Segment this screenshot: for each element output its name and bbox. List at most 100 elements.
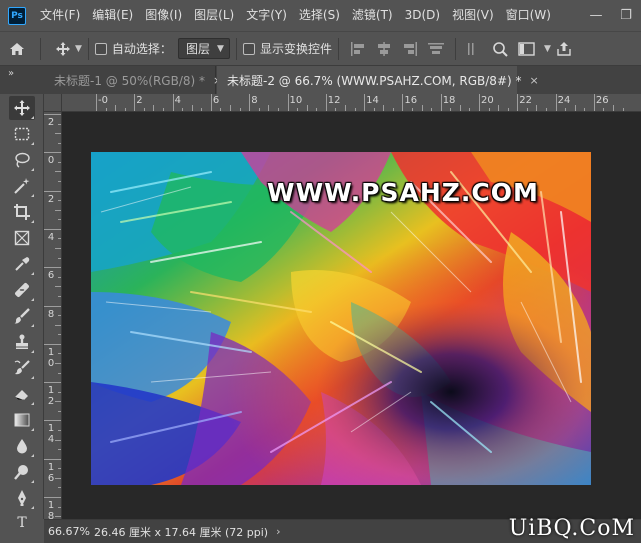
ruler-tick bbox=[287, 94, 289, 111]
search-icon[interactable] bbox=[491, 40, 511, 58]
chevron-down-icon[interactable]: ▼ bbox=[544, 44, 551, 54]
document-info: 26.46 厘米 x 17.64 厘米 (72 ppi) bbox=[94, 525, 269, 539]
home-button[interactable] bbox=[0, 31, 34, 66]
vertical-ruler[interactable]: 2 0 2 4 6 8 1 0 1 2 1 4 1 6 1 8 bbox=[44, 112, 62, 519]
workspace-icon[interactable] bbox=[517, 40, 537, 58]
ruler-origin[interactable] bbox=[44, 94, 62, 112]
ruler-tick bbox=[44, 114, 61, 115]
frame-icon bbox=[14, 230, 30, 246]
ruler-tick bbox=[44, 343, 61, 345]
zoom-level[interactable]: 66.67% bbox=[44, 525, 94, 538]
auto-select-target-dropdown[interactable]: 图层 ▼ bbox=[177, 38, 230, 59]
lasso-tool[interactable] bbox=[9, 148, 35, 172]
status-menu-arrow[interactable]: › bbox=[276, 525, 280, 538]
healing-tool[interactable] bbox=[9, 278, 35, 302]
align-top-icon[interactable] bbox=[426, 40, 446, 58]
separator bbox=[40, 37, 41, 60]
menu-item[interactable]: 窗口(W) bbox=[500, 0, 557, 31]
eyedropper-tool[interactable] bbox=[9, 252, 35, 276]
blur-tool[interactable] bbox=[9, 434, 35, 458]
ruler-minor-tick bbox=[306, 105, 308, 111]
ruler-tick bbox=[44, 228, 61, 230]
tab-document-2[interactable]: 未标题-2 @ 66.7% (WWW.PSAHZ.COM, RGB/8#) * … bbox=[217, 66, 539, 94]
close-icon[interactable]: × bbox=[530, 74, 539, 87]
ruler-minor-tick bbox=[421, 105, 423, 111]
show-transform-checkbox[interactable] bbox=[242, 42, 255, 55]
ruler-minor-tick bbox=[344, 105, 346, 111]
ruler-label: 12 bbox=[327, 95, 341, 106]
distribute-icon[interactable] bbox=[465, 40, 485, 58]
magic-wand-tool[interactable] bbox=[9, 174, 35, 198]
menu-item[interactable]: 图层(L) bbox=[188, 0, 240, 31]
ruler-tick bbox=[402, 94, 404, 111]
pen-icon bbox=[18, 490, 26, 506]
menu-item[interactable]: 图像(I) bbox=[139, 0, 188, 31]
ruler-tick bbox=[325, 94, 327, 111]
menu-item[interactable]: 选择(S) bbox=[293, 0, 346, 31]
menu-item[interactable]: 滤镜(T) bbox=[346, 0, 399, 31]
brush-tool[interactable] bbox=[9, 304, 35, 328]
ruler-minor-tick bbox=[268, 105, 270, 111]
right-options: ▼ bbox=[462, 31, 577, 66]
ruler-minor-tick bbox=[536, 105, 538, 111]
align-center-icon[interactable] bbox=[374, 40, 394, 58]
frame-tool[interactable] bbox=[9, 226, 35, 250]
ruler-minor-tick bbox=[230, 105, 232, 111]
crop-tool[interactable] bbox=[9, 200, 35, 224]
ruler-minor-tick bbox=[574, 105, 576, 111]
gradient-tool[interactable] bbox=[9, 408, 35, 432]
document-canvas[interactable]: WWW.PSAHZ.COM bbox=[91, 152, 591, 485]
ruler-label: 1 8 bbox=[47, 500, 55, 519]
horizontal-ruler[interactable]: -0 2 4 6 8 10 12 14 16 18 20 22 24 26 bbox=[62, 94, 641, 112]
menu-item[interactable]: 3D(D) bbox=[399, 0, 446, 31]
menu-item[interactable]: 文字(Y) bbox=[240, 0, 293, 31]
stamp-tool[interactable] bbox=[9, 330, 35, 354]
eraser-tool[interactable] bbox=[9, 382, 35, 406]
window-controls: — ❐ bbox=[581, 0, 641, 31]
ruler-minor-tick bbox=[55, 439, 61, 441]
ruler-minor-tick bbox=[55, 401, 61, 403]
auto-select-checkbox[interactable] bbox=[94, 42, 107, 55]
type-tool-button[interactable]: T bbox=[9, 512, 35, 534]
eyedropper-icon bbox=[15, 257, 30, 271]
auto-select-option[interactable]: 自动选择： bbox=[94, 31, 172, 66]
ruler-tick bbox=[44, 420, 61, 422]
canvas-overlay-text: WWW.PSAHZ.COM bbox=[267, 178, 539, 207]
collapse-panel-icon[interactable]: » bbox=[8, 68, 14, 79]
ruler-label: 16 bbox=[404, 95, 418, 106]
move-tool[interactable] bbox=[9, 96, 35, 120]
menu-item[interactable]: 编辑(E) bbox=[86, 0, 139, 31]
stamp-icon bbox=[16, 334, 28, 349]
history-brush-tool[interactable] bbox=[9, 356, 35, 380]
bandage-icon bbox=[15, 283, 29, 297]
menu-item[interactable]: 视图(V) bbox=[446, 0, 500, 31]
menu-bar: Ps 文件(F) 编辑(E) 图像(I) 图层(L) 文字(Y) 选择(S) 滤镜(T) 3D… bbox=[0, 0, 641, 31]
show-transform-option[interactable]: 显示变换控件 bbox=[242, 31, 332, 66]
status-bar: 66.67% 26.46 厘米 x 17.64 厘米 (72 ppi) › Ui… bbox=[44, 516, 641, 543]
ruler-tick bbox=[210, 94, 212, 111]
ruler-label: 18 bbox=[442, 95, 456, 106]
restore-button[interactable]: ❐ bbox=[611, 0, 641, 31]
pen-tool[interactable] bbox=[9, 486, 35, 510]
align-right-icon[interactable] bbox=[400, 40, 420, 58]
align-left-icon[interactable] bbox=[348, 40, 368, 58]
marquee-tool[interactable] bbox=[9, 122, 35, 146]
tab-document-1[interactable]: 未标题-1 @ 50%(RGB/8) * × bbox=[44, 66, 222, 94]
drop-icon bbox=[17, 439, 27, 454]
dodge-tool[interactable] bbox=[9, 460, 35, 484]
minimize-button[interactable]: — bbox=[581, 0, 611, 31]
brush-icon bbox=[14, 308, 30, 324]
move-icon bbox=[14, 100, 30, 116]
move-tool-preset[interactable]: ▼ bbox=[55, 31, 82, 66]
ruler-label: 20 bbox=[481, 95, 494, 106]
chevron-down-icon: ▼ bbox=[217, 43, 224, 54]
ruler-tick bbox=[249, 94, 251, 111]
menu-item[interactable]: 文件(F) bbox=[34, 0, 86, 31]
ruler-tick bbox=[593, 94, 595, 111]
show-transform-label: 显示变换控件 bbox=[259, 42, 332, 56]
document-workspace[interactable]: WWW.PSAHZ.COM bbox=[62, 112, 641, 519]
share-icon[interactable] bbox=[554, 40, 574, 58]
ruler-tick bbox=[517, 94, 519, 111]
ruler-tick bbox=[172, 94, 174, 111]
type-icon: T bbox=[17, 515, 27, 531]
